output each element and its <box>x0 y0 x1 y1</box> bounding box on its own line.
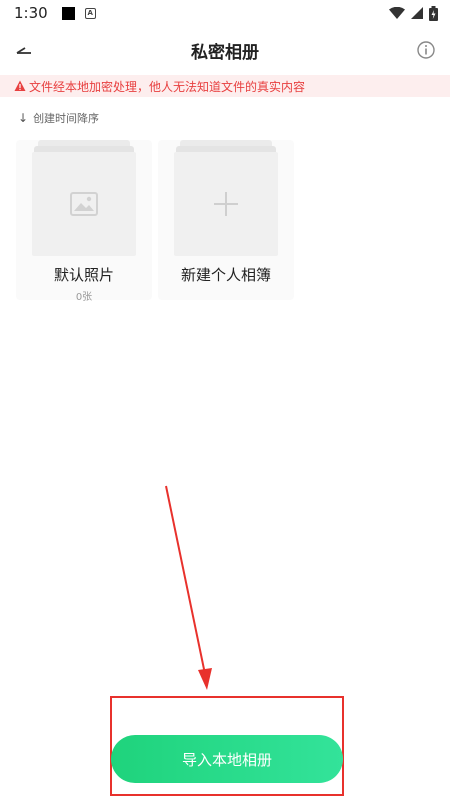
album-card-default[interactable]: 默认照片 0张 <box>16 140 152 303</box>
notice-text: 文件经本地加密处理，他人无法知道文件的真实内容 <box>29 79 306 94</box>
plus-icon <box>214 192 238 216</box>
album-count: 0张 <box>75 292 93 303</box>
app-notification-icon: A <box>84 7 96 19</box>
warning-icon <box>14 80 26 91</box>
encryption-notice: 文件经本地加密处理，他人无法知道文件的真实内容 <box>0 75 450 97</box>
wifi-icon <box>389 7 405 19</box>
info-icon <box>417 41 435 59</box>
sort-selector[interactable]: ↓ 创建时间降序 <box>18 110 99 126</box>
create-album-card[interactable]: 新建个人相簿 <box>158 140 294 300</box>
back-button[interactable] <box>10 38 38 62</box>
signal-icon <box>411 7 423 19</box>
back-arrow-icon <box>16 47 31 54</box>
import-local-album-button[interactable]: 导入本地相册 <box>111 735 343 783</box>
album-name: 默认照片 <box>53 266 114 284</box>
status-time: 1:30 <box>14 4 48 22</box>
status-bar: 1:30 A <box>0 0 450 26</box>
app-header: 私密相册 <box>0 26 450 74</box>
info-button[interactable] <box>416 40 436 60</box>
image-icon <box>70 192 98 216</box>
battery-icon <box>429 5 438 21</box>
page-title: 私密相册 <box>191 42 259 63</box>
arrow-down-icon: ↓ <box>18 111 29 125</box>
album-cover <box>174 152 278 256</box>
sort-label: 创建时间降序 <box>33 112 100 125</box>
import-button-label: 导入本地相册 <box>181 750 272 769</box>
notification-icon <box>61 6 75 20</box>
album-cover <box>32 152 136 256</box>
album-name: 新建个人相簿 <box>180 266 271 284</box>
